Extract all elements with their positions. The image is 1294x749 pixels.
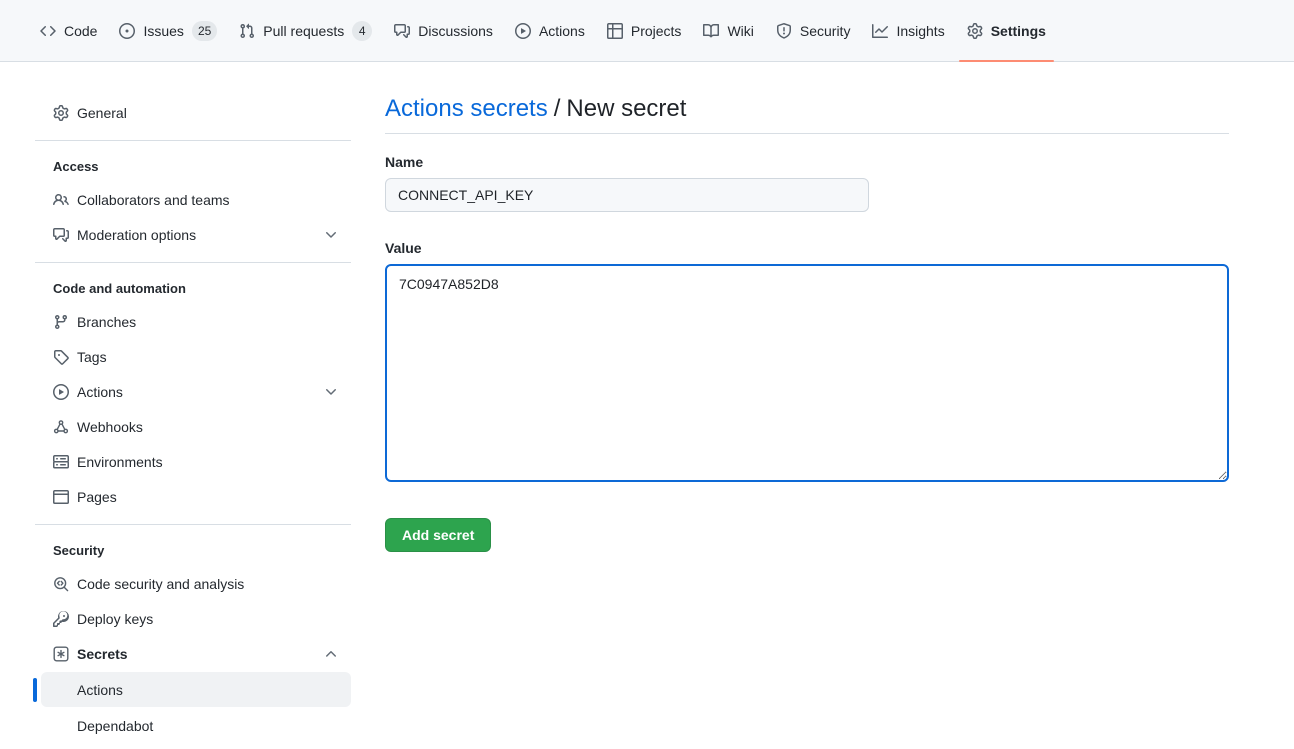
tab-security-label: Security	[800, 16, 851, 46]
page-title: Actions secrets/New secret	[385, 95, 1229, 134]
sidebar-item-label: Tags	[77, 349, 343, 365]
code-icon	[40, 23, 56, 39]
sidebar-item-general[interactable]: General	[35, 95, 351, 130]
sidebar-item-label: Deploy keys	[77, 611, 343, 627]
tab-settings[interactable]: Settings	[959, 0, 1054, 61]
sidebar-item-secrets[interactable]: Secrets	[35, 636, 351, 671]
tab-insights-label: Insights	[896, 16, 944, 46]
sidebar-item-actions[interactable]: Actions	[35, 374, 351, 409]
sidebar-subitem-secrets-dependabot[interactable]: Dependabot	[41, 708, 351, 743]
sidebar-item-label: Code security and analysis	[77, 576, 343, 592]
sidebar-item-label: Environments	[77, 454, 343, 470]
tab-projects-label: Projects	[631, 16, 682, 46]
server-icon	[53, 454, 69, 470]
breadcrumb-separator: /	[554, 95, 561, 122]
repo-tabs: Code Issues 25 Pull requests 4 Discussio…	[32, 0, 1054, 61]
tab-issues[interactable]: Issues 25	[111, 0, 225, 61]
tab-code[interactable]: Code	[32, 0, 105, 61]
new-secret-panel: Actions secrets/New secret Name Value 7C…	[351, 62, 1294, 749]
sidebar-item-webhooks[interactable]: Webhooks	[35, 409, 351, 444]
tab-discussions-label: Discussions	[418, 16, 493, 46]
webhook-icon	[53, 419, 69, 435]
sidebar-section-access: Access	[35, 151, 351, 182]
tab-security[interactable]: Security	[768, 0, 859, 61]
sidebar-divider	[35, 262, 351, 263]
add-secret-button[interactable]: Add secret	[385, 518, 491, 552]
browser-icon	[53, 489, 69, 505]
sidebar-item-moderation-options[interactable]: Moderation options	[35, 217, 351, 252]
sidebar-item-label: Secrets	[77, 646, 323, 662]
tab-pull-requests-label: Pull requests	[263, 16, 344, 46]
tab-discussions[interactable]: Discussions	[386, 0, 501, 61]
secret-value-textarea[interactable]: 7C0947A852D8	[385, 264, 1229, 482]
sidebar-item-label: General	[77, 105, 343, 121]
sidebar-item-label: Branches	[77, 314, 343, 330]
issue-opened-icon	[119, 23, 135, 39]
shield-icon	[776, 23, 792, 39]
breadcrumb-current: New secret	[566, 95, 686, 122]
secret-name-input[interactable]	[385, 178, 869, 212]
tab-insights[interactable]: Insights	[864, 0, 952, 61]
sidebar-section-security: Security	[35, 535, 351, 566]
table-icon	[607, 23, 623, 39]
key-icon	[53, 611, 69, 627]
sidebar-subitem-label: Dependabot	[77, 718, 153, 734]
tab-actions-label: Actions	[539, 16, 585, 46]
sidebar-item-branches[interactable]: Branches	[35, 304, 351, 339]
sidebar-item-label: Pages	[77, 489, 343, 505]
pull-requests-count-badge: 4	[352, 21, 372, 41]
people-icon	[53, 192, 69, 208]
git-pull-request-icon	[239, 23, 255, 39]
gear-icon	[967, 23, 983, 39]
book-icon	[703, 23, 719, 39]
gear-icon	[53, 105, 69, 121]
comment-discussion-icon	[394, 23, 410, 39]
chevron-up-icon	[323, 646, 339, 662]
chevron-down-icon	[323, 384, 339, 400]
tab-wiki-label: Wiki	[727, 16, 753, 46]
tab-settings-label: Settings	[991, 16, 1046, 46]
name-label: Name	[385, 154, 1229, 170]
tag-icon	[53, 349, 69, 365]
play-icon	[53, 384, 69, 400]
sidebar-item-deploy-keys[interactable]: Deploy keys	[35, 601, 351, 636]
issues-count-badge: 25	[192, 21, 217, 41]
sidebar-subitem-secrets-actions[interactable]: Actions	[41, 672, 351, 707]
sidebar-section-code-automation: Code and automation	[35, 273, 351, 304]
sidebar-item-label: Actions	[77, 384, 323, 400]
sidebar-item-label: Collaborators and teams	[77, 192, 343, 208]
comment-discussion-icon	[53, 227, 69, 243]
sidebar-item-code-security[interactable]: Code security and analysis	[35, 566, 351, 601]
value-label: Value	[385, 240, 1229, 256]
sidebar-item-pages[interactable]: Pages	[35, 479, 351, 514]
tab-issues-label: Issues	[143, 16, 183, 46]
tab-projects[interactable]: Projects	[599, 0, 690, 61]
sidebar-item-collaborators[interactable]: Collaborators and teams	[35, 182, 351, 217]
graph-icon	[872, 23, 888, 39]
sidebar-item-environments[interactable]: Environments	[35, 444, 351, 479]
tab-code-label: Code	[64, 16, 97, 46]
actions-secrets-breadcrumb-link[interactable]: Actions secrets	[385, 95, 548, 122]
settings-sidebar: General Access Collaborators and teams M…	[35, 62, 351, 749]
play-icon	[515, 23, 531, 39]
sidebar-item-label: Moderation options	[77, 227, 323, 243]
sidebar-item-tags[interactable]: Tags	[35, 339, 351, 374]
sidebar-subitem-label: Actions	[77, 682, 123, 698]
chevron-down-icon	[323, 227, 339, 243]
sidebar-divider	[35, 140, 351, 141]
tab-pull-requests[interactable]: Pull requests 4	[231, 0, 380, 61]
tab-actions[interactable]: Actions	[507, 0, 593, 61]
code-scan-icon	[53, 576, 69, 592]
secret-asterisk-icon	[53, 646, 69, 662]
tab-wiki[interactable]: Wiki	[695, 0, 761, 61]
git-branch-icon	[53, 314, 69, 330]
sidebar-item-label: Webhooks	[77, 419, 343, 435]
repo-tab-bar: Code Issues 25 Pull requests 4 Discussio…	[0, 0, 1294, 62]
sidebar-divider	[35, 524, 351, 525]
